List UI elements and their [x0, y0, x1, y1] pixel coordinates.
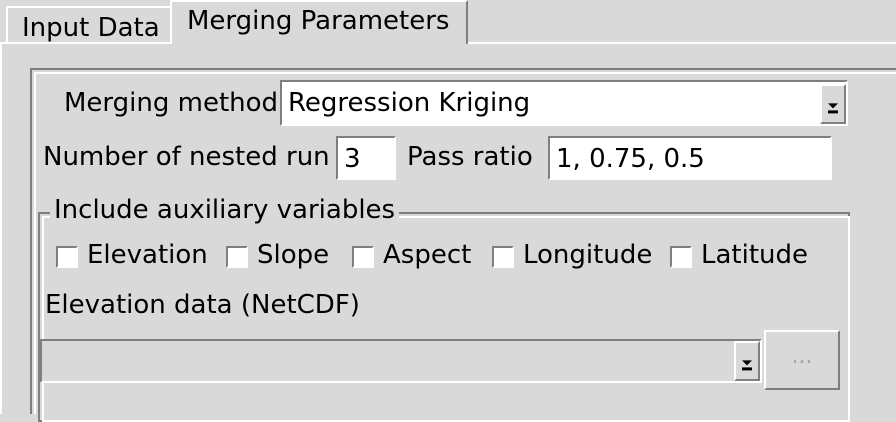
- aspect-checkbox-label: Aspect: [383, 240, 472, 270]
- longitude-checkbox[interactable]: [492, 246, 514, 268]
- tab-input-data-label: Input Data: [22, 13, 160, 43]
- pass-ratio-value: 1, 0.75, 0.5: [556, 144, 705, 174]
- browse-button[interactable]: ...: [764, 330, 840, 390]
- pass-ratio-input[interactable]: 1, 0.75, 0.5: [548, 136, 832, 180]
- slope-checkbox-label: Slope: [257, 240, 330, 270]
- elevation-checkbox[interactable]: [56, 246, 78, 268]
- elevation-data-combobox[interactable]: [40, 339, 762, 383]
- tab-merging-parameters[interactable]: Merging Parameters: [170, 0, 468, 44]
- tab-merging-parameters-label: Merging Parameters: [187, 6, 450, 36]
- aspect-checkbox[interactable]: [352, 246, 374, 268]
- latitude-checkbox-label: Latitude: [701, 240, 809, 270]
- elevation-data-dropdown-button[interactable]: [734, 341, 760, 381]
- longitude-checkbox-label: Longitude: [523, 240, 653, 270]
- chevron-down-icon: [742, 360, 752, 371]
- latitude-checkbox[interactable]: [670, 246, 692, 268]
- merging-method-label: Merging method: [64, 88, 279, 118]
- auxiliary-variables-title: Include auxiliary variables: [50, 197, 400, 223]
- chevron-down-icon: [828, 103, 838, 114]
- merging-method-combobox[interactable]: Regression Kriging: [280, 80, 848, 126]
- elevation-checkbox-label: Elevation: [87, 240, 208, 270]
- nested-run-label: Number of nested run: [43, 142, 330, 172]
- browse-button-label: ...: [791, 344, 813, 369]
- nested-run-value: 3: [344, 144, 361, 174]
- pass-ratio-label: Pass ratio: [407, 142, 533, 172]
- tab-input-data[interactable]: Input Data: [6, 6, 172, 44]
- slope-checkbox[interactable]: [226, 246, 248, 268]
- merging-method-value: Regression Kriging: [288, 88, 531, 118]
- elevation-data-label: Elevation data (NetCDF): [45, 290, 360, 320]
- nested-run-input[interactable]: 3: [336, 136, 396, 180]
- merging-method-dropdown-button[interactable]: [820, 84, 846, 124]
